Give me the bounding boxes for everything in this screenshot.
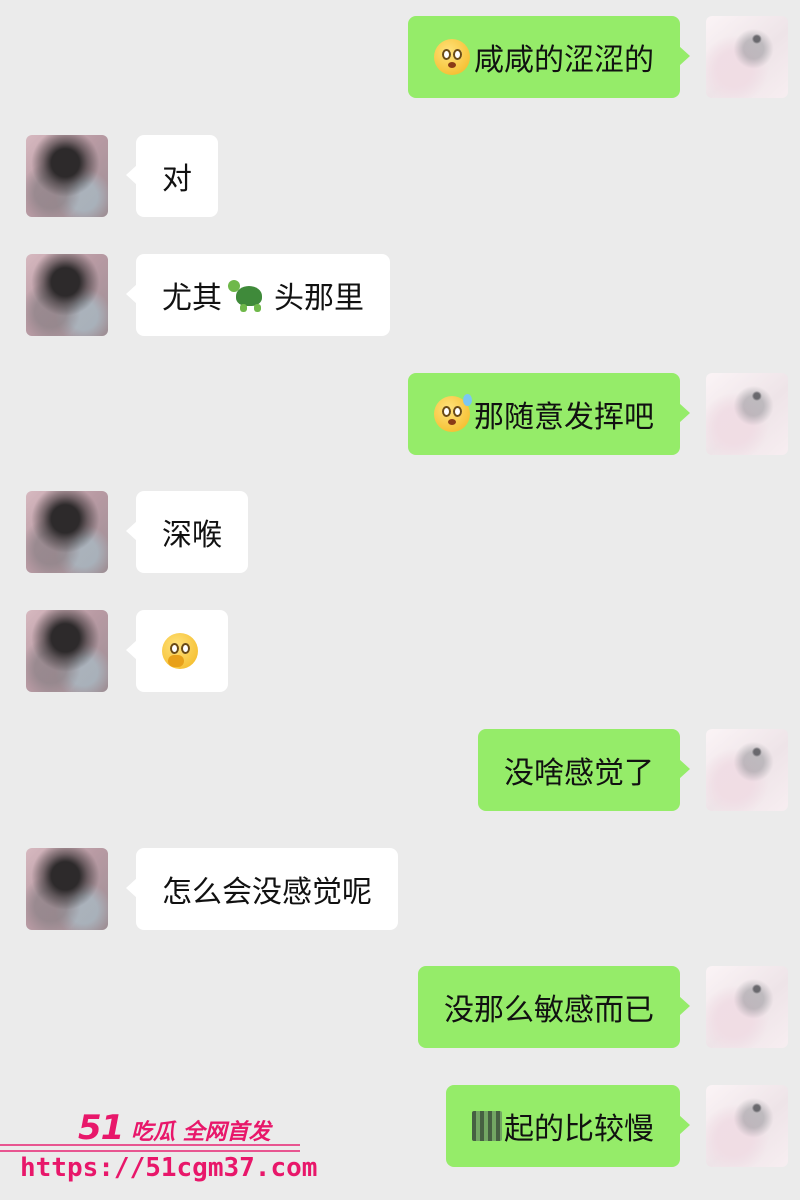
message-text: 咸咸的涩涩的	[474, 43, 654, 78]
watermark-brand-text: 吃瓜 全网首发	[131, 1120, 271, 1145]
my-avatar[interactable]	[706, 373, 788, 455]
contact-avatar[interactable]	[26, 135, 108, 217]
my-avatar[interactable]	[706, 1085, 788, 1167]
message-text: 对	[162, 162, 192, 197]
outgoing-message-bubble[interactable]: 没那么敏感而已	[418, 966, 690, 1048]
watermark-url[interactable]: https://51cgm37.com	[20, 1153, 317, 1183]
message-text: 头那里	[274, 281, 364, 316]
incoming-message-bubble[interactable]: 深喉	[126, 491, 248, 573]
incoming-message-bubble[interactable]: 怎么会没感觉呢	[126, 848, 398, 930]
incoming-message-bubble[interactable]: 对	[126, 135, 218, 217]
blurred-character	[472, 1111, 502, 1141]
incoming-message-bubble[interactable]	[126, 610, 228, 692]
flushed-face-icon	[434, 39, 470, 75]
my-avatar[interactable]	[706, 16, 788, 98]
watermark-brand-number: 51	[78, 1108, 124, 1148]
message-row: 那随意发挥吧	[0, 373, 800, 463]
outgoing-message-bubble[interactable]: 起的比较慢	[446, 1085, 690, 1167]
message-text: 尤其	[162, 281, 222, 316]
contact-avatar[interactable]	[26, 848, 108, 930]
message-text: 起的比较慢	[504, 1112, 654, 1147]
message-text: 深喉	[162, 518, 222, 553]
message-text: 怎么会没感觉呢	[162, 875, 372, 910]
message-row: 深喉	[0, 491, 800, 581]
message-row: 没那么敏感而已	[0, 966, 800, 1056]
outgoing-message-bubble[interactable]: 那随意发挥吧	[408, 373, 690, 455]
message-row: 对	[0, 135, 800, 225]
contact-avatar[interactable]	[26, 610, 108, 692]
contact-avatar[interactable]	[26, 254, 108, 336]
message-text: 那随意发挥吧	[474, 400, 654, 435]
watermark-brand: 51 吃瓜 全网首发	[78, 1108, 271, 1148]
turtle-icon	[228, 278, 268, 312]
message-row: 没啥感觉了	[0, 729, 800, 819]
message-row: 怎么会没感觉呢	[0, 848, 800, 938]
sweat-face-icon	[434, 394, 472, 432]
my-avatar[interactable]	[706, 966, 788, 1048]
message-row	[0, 610, 800, 700]
outgoing-message-bubble[interactable]: 没啥感觉了	[478, 729, 690, 811]
my-avatar[interactable]	[706, 729, 788, 811]
face-with-hand-over-mouth-icon	[162, 633, 198, 669]
contact-avatar[interactable]	[26, 491, 108, 573]
message-text: 没那么敏感而已	[444, 993, 654, 1028]
message-text: 没啥感觉了	[504, 756, 654, 791]
incoming-message-bubble[interactable]: 尤其 头那里	[126, 254, 390, 336]
site-watermark: 51 吃瓜 全网首发 https://51cgm37.com	[0, 1108, 330, 1200]
outgoing-message-bubble[interactable]: 咸咸的涩涩的	[408, 16, 690, 98]
message-row: 咸咸的涩涩的	[0, 16, 800, 106]
message-row: 尤其 头那里	[0, 254, 800, 344]
